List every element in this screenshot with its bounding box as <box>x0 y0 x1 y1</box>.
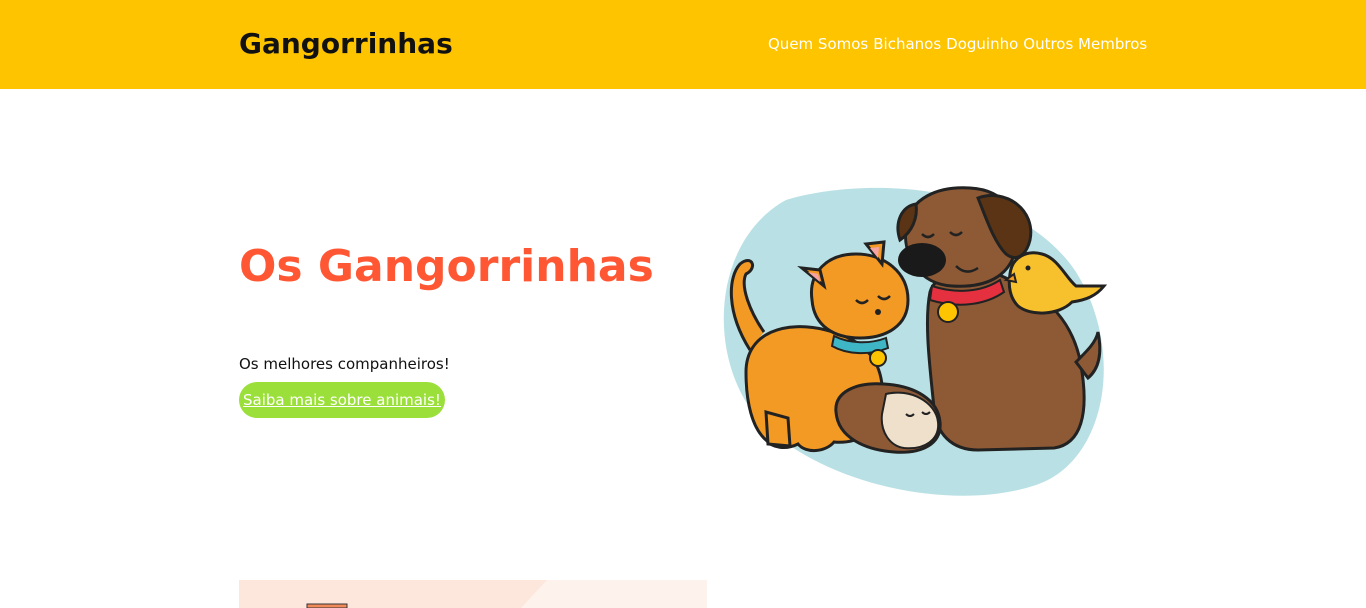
main-nav: Quem Somos Bichanos Doguinho Outros Memb… <box>768 34 1147 54</box>
section-preview-graphic <box>239 580 707 608</box>
learn-more-button[interactable]: Saiba mais sobre animais! <box>239 382 445 418</box>
top-header: Gangorrinhas Quem Somos Bichanos Doguinh… <box>0 0 1366 89</box>
hero-subtitle: Os melhores companheiros! <box>239 355 450 373</box>
nav-outros-membros[interactable]: Outros Membros <box>1023 34 1147 54</box>
nav-quem-somos[interactable]: Quem Somos <box>768 34 868 54</box>
next-section-preview <box>239 580 707 608</box>
pets-illustration <box>723 186 1108 496</box>
hero-title: Os Gangorrinhas <box>239 241 654 292</box>
site-brand[interactable]: Gangorrinhas <box>239 26 453 62</box>
nav-doguinho[interactable]: Doguinho <box>946 34 1018 54</box>
nav-bichanos[interactable]: Bichanos <box>873 34 941 54</box>
